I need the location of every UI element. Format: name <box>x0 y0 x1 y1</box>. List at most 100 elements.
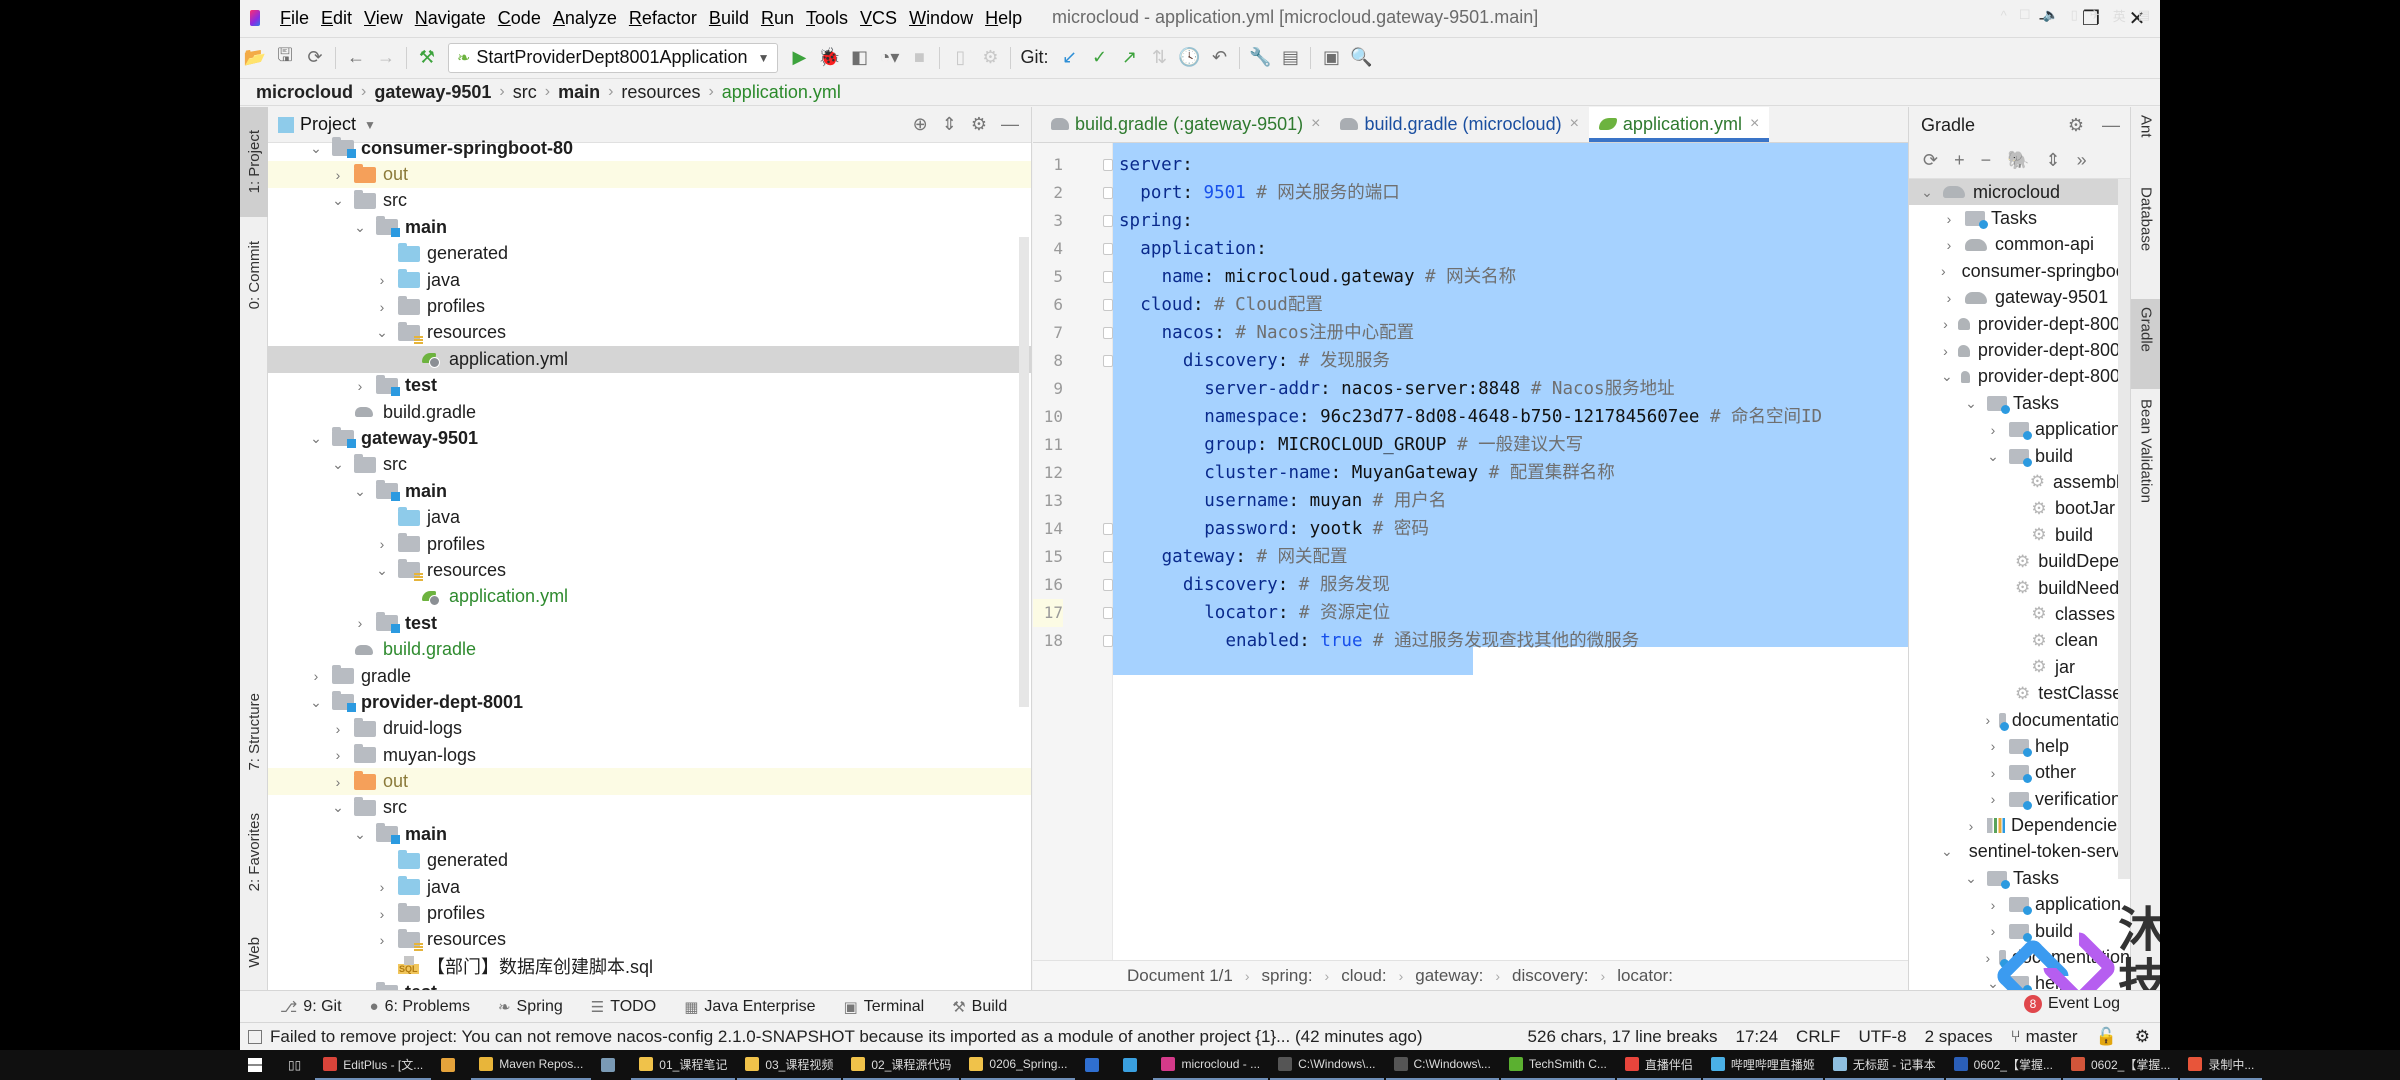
taskbar-app[interactable]: 无标题 - 记事本 <box>1824 1050 1944 1080</box>
taskbar-app[interactable]: 0206_Spring... <box>961 1050 1076 1080</box>
project-tree-item[interactable]: ⌄ resources <box>268 557 1031 583</box>
chevron-right-icon[interactable]: › <box>1985 791 2001 807</box>
gradle-tree-item[interactable]: › other <box>1909 760 2130 786</box>
project-tree-item[interactable]: › profiles <box>268 531 1031 557</box>
gradle-tree-item[interactable]: › application <box>1909 417 2130 443</box>
gradle-tree-item[interactable]: › common-api <box>1909 232 2130 258</box>
taskbar-app[interactable]: 录制中... <box>2180 1050 2263 1080</box>
project-tree-item[interactable]: ⌄ src <box>268 795 1031 821</box>
project-tree-item[interactable]: ⌄ gateway-9501 <box>268 425 1031 451</box>
chevron-down-icon[interactable]: ⌄ <box>374 324 390 341</box>
chevron-down-icon[interactable]: ⌄ <box>1985 448 2001 465</box>
gradle-tree-item[interactable]: ⚙ clean <box>1909 628 2130 654</box>
run-configuration-select[interactable]: ❧ StartProviderDept8001Application ▼ <box>448 42 779 73</box>
gradle-tree-item[interactable]: › consumer-springboot-80 <box>1909 258 2130 284</box>
fold-marker-icon[interactable] <box>1103 551 1113 563</box>
chevron-right-icon[interactable]: › <box>374 879 390 895</box>
more-icon[interactable]: » <box>2077 150 2087 171</box>
reload-icon[interactable]: ⟳ <box>1923 150 1938 171</box>
tray-icon[interactable]: 🔈 <box>2042 7 2058 23</box>
editor-tab[interactable]: build.gradle (:gateway-9501) × <box>1041 107 1330 142</box>
fold-marker-icon[interactable] <box>1103 299 1113 311</box>
breadcrumb-item[interactable]: microcloud <box>256 82 353 103</box>
git-commit-icon[interactable]: ✓ <box>1084 43 1114 73</box>
breadcrumb-item-file[interactable]: application.yml <box>722 82 841 103</box>
project-tree-item[interactable]: ›test <box>268 980 1031 990</box>
chevron-down-icon[interactable]: ⌄ <box>1963 395 1979 412</box>
gradle-tree-item[interactable]: › Dependencies <box>1909 812 2130 838</box>
structure-path-item[interactable]: discovery: <box>1512 966 1589 986</box>
breadcrumb-item[interactable]: main <box>558 82 600 103</box>
windows-start-icon[interactable] <box>248 1058 262 1072</box>
project-tree-item[interactable]: generated <box>268 241 1031 267</box>
gradle-tree-item[interactable]: ⌄ build <box>1909 443 2130 469</box>
tool-tab-project[interactable]: 1: Project <box>240 107 268 217</box>
project-tree-item[interactable]: ⌄ consumer-springboot-80 <box>268 135 1031 161</box>
hide-panel-icon[interactable]: — <box>1001 114 1019 135</box>
project-tree-item[interactable]: › profiles <box>268 293 1031 319</box>
menu-code[interactable]: Code <box>492 8 547 29</box>
run-icon[interactable]: ▶ <box>784 43 814 73</box>
chevron-right-icon[interactable]: › <box>1941 290 1957 306</box>
gradle-tree-item[interactable]: ⚙ buildDependents <box>1909 548 2130 574</box>
menu-navigate[interactable]: Navigate <box>409 8 492 29</box>
chevron-right-icon[interactable]: › <box>1985 765 2001 781</box>
chevron-right-icon[interactable]: › <box>1941 343 1950 359</box>
gradle-tree-item[interactable]: › provider-dept-8002 <box>1909 337 2130 363</box>
line-separator[interactable]: CRLF <box>1796 1027 1840 1047</box>
chevron-down-icon[interactable]: ⌄ <box>308 140 324 157</box>
menu-help[interactable]: Help <box>979 8 1028 29</box>
project-tree-item[interactable]: ›test <box>268 373 1031 399</box>
chevron-right-icon[interactable]: › <box>330 747 346 763</box>
breadcrumb-item[interactable]: gateway-9501 <box>374 82 491 103</box>
collapse-all-icon[interactable]: ⇕ <box>942 114 957 135</box>
taskbar-app[interactable]: 0602_【掌握... <box>1945 1050 2061 1080</box>
menu-file[interactable]: File <box>274 8 315 29</box>
gradle-tree-item[interactable]: › verification <box>1909 786 2130 812</box>
project-scrollbar[interactable] <box>1019 237 1029 707</box>
chevron-right-icon[interactable]: › <box>1985 712 1991 728</box>
tray-icon[interactable]: ▯ <box>2071 7 2078 23</box>
taskbar-app[interactable]: C:\Windows\... <box>1270 1050 1384 1080</box>
structure-path-item[interactable]: spring: <box>1262 966 1313 986</box>
bottom-tab-java-enterprise[interactable]: ▦ Java Enterprise <box>684 998 815 1016</box>
chevron-down-icon[interactable]: ⌄ <box>308 430 324 447</box>
chevron-down-icon[interactable]: ⌄ <box>352 483 368 500</box>
stop-icon[interactable]: ■ <box>904 43 934 73</box>
taskbar-app[interactable]: 03_课程视频 <box>737 1050 842 1080</box>
chevron-right-icon[interactable]: › <box>330 167 346 183</box>
bottom-tab-problems[interactable]: ● 6: Problems <box>370 998 470 1016</box>
gradle-tree-item[interactable]: ⚙ build <box>1909 522 2130 548</box>
breadcrumb-item[interactable]: src <box>513 82 537 103</box>
forward-arrow-icon[interactable]: → <box>371 43 401 73</box>
settings-wrench-icon[interactable]: 🔧 <box>1245 43 1275 73</box>
git-push-icon[interactable]: ↗ <box>1114 43 1144 73</box>
status-message[interactable]: Failed to remove project: You can not re… <box>270 1027 1423 1047</box>
indent-setting[interactable]: 2 spaces <box>1925 1027 1993 1047</box>
gradle-tree-item[interactable]: › provider-dept-8001 <box>1909 311 2130 337</box>
chevron-down-icon[interactable]: ⌄ <box>352 826 368 843</box>
tool-tab-structure[interactable]: 7: Structure <box>240 677 268 787</box>
taskbar-app[interactable]: 02_课程源代码 <box>843 1050 960 1080</box>
project-tree-item[interactable]: java <box>268 504 1031 530</box>
gear-icon[interactable]: ⚙ <box>2068 115 2084 136</box>
close-tab-icon[interactable]: × <box>1311 115 1320 133</box>
tray-icon[interactable]: ☐ <box>2019 7 2031 23</box>
project-tree-item[interactable]: ⌄ main <box>268 821 1031 847</box>
taskbar-app[interactable] <box>593 1050 629 1080</box>
menu-window[interactable]: Window <box>903 8 979 29</box>
chevron-right-icon[interactable]: › <box>1941 237 1957 253</box>
gradle-tree-item[interactable]: › documentation <box>1909 707 2130 733</box>
tool-tab-favorites[interactable]: 2: Favorites <box>240 797 268 907</box>
git-rollback-icon[interactable]: ↶ <box>1204 43 1234 73</box>
menu-view[interactable]: View <box>358 8 409 29</box>
expand-all-icon[interactable]: ⇕ <box>2046 150 2061 171</box>
chevron-right-icon[interactable]: › <box>308 668 324 684</box>
menu-tools[interactable]: Tools <box>800 8 854 29</box>
gradle-tree-item[interactable]: › documentation <box>1909 944 2130 970</box>
project-structure-icon[interactable]: ▤ <box>1275 43 1305 73</box>
project-tree-item[interactable]: ⌄ src <box>268 188 1031 214</box>
taskbar-app[interactable]: TechSmith C... <box>1500 1050 1615 1080</box>
chevron-right-icon[interactable]: › <box>374 932 390 948</box>
gradle-tree-item[interactable]: ⚙ assemble <box>1909 469 2130 495</box>
